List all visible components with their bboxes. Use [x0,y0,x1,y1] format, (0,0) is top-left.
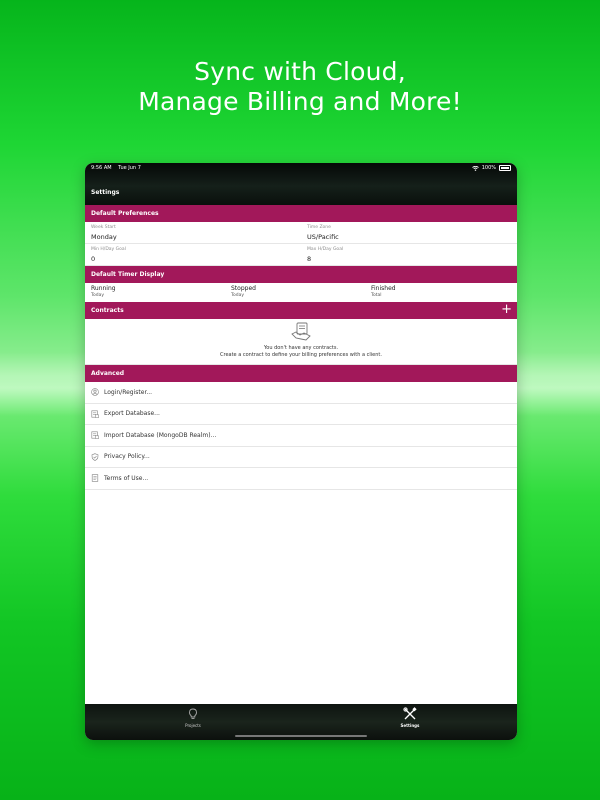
add-contract-button[interactable]: + [501,303,512,317]
terms-of-use-item[interactable]: Terms of Use... [85,468,517,490]
status-right: 100% [471,165,511,171]
empty-state-subtitle: Create a contract to define your billing… [220,352,382,358]
field-value: Monday [91,233,117,241]
empty-state-title: You don't have any contracts. [263,345,339,351]
lightbulb-icon [189,708,197,719]
field-label: Time Zone [307,225,331,230]
field-label: Week Start [91,225,116,230]
marketing-headline: Sync with Cloud, Manage Billing and More… [0,57,600,117]
timer-option-subtitle: Today [231,293,245,298]
timer-option-title: Finished [371,285,396,292]
import-database-item[interactable]: Import Database (MongoDB Realm)... [85,425,517,447]
min-hday-goal-field[interactable]: Min H/Day Goal 0 [85,244,301,266]
timer-option-running[interactable]: Running Today [91,285,231,302]
list-item-label: Terms of Use... [104,474,149,482]
section-header-contracts: Contracts + [85,302,517,319]
max-hday-goal-field[interactable]: Max H/Day Goal 8 [301,244,517,266]
list-item-label: Privacy Policy... [104,453,150,461]
tab-label: Settings [400,723,420,728]
status-bar: 9:56 AM Tue Jun 7 [91,165,146,171]
privacy-policy-item[interactable]: Privacy Policy... [85,447,517,468]
handshake-contract-icon [291,322,311,341]
tools-icon [403,707,417,720]
status-time: 9:56 AM [91,165,112,171]
week-start-field[interactable]: Week Start Monday [85,222,301,244]
timer-display-row: Running Today Stopped Today Finished Tot… [85,283,517,302]
preferences-row-2: Min H/Day Goal 0 Max H/Day Goal 8 [85,244,517,266]
section-header-default-preferences: Default Preferences [85,205,517,222]
wifi-icon [471,165,479,171]
field-value: 0 [91,255,96,263]
shield-check-icon [91,453,99,461]
contracts-empty-state: You don't have any contracts. Create a c… [85,319,517,365]
list-item-label: Login/Register... [104,388,153,396]
timer-option-title: Running [91,285,116,292]
status-date: Tue Jun 7 [118,165,141,171]
tab-bar: Projects Settings [85,704,517,740]
field-value: 8 [307,255,312,263]
tablet-screen: 9:56 AM Tue Jun 7 100% Settings Default … [85,163,517,740]
list-item-label: Import Database (MongoDB Realm)... [104,431,217,439]
document-icon [91,474,99,482]
timer-option-subtitle: Total [371,293,382,298]
headline-line-1: Sync with Cloud, [194,57,406,86]
advanced-list: Login/Register... Export Database... Imp… [85,382,517,490]
field-label: Min H/Day Goal [91,247,126,252]
list-item-label: Export Database... [104,410,160,418]
time-zone-field[interactable]: Time Zone US/Pacific [301,222,517,244]
contracts-header-label: Contracts [91,307,124,314]
tab-settings[interactable]: Settings [390,707,430,728]
timer-option-finished[interactable]: Finished Total [371,285,511,302]
battery-percent: 100% [481,165,496,171]
timer-option-stopped[interactable]: Stopped Today [231,285,371,302]
battery-icon [499,165,511,171]
section-header-default-timer-display: Default Timer Display [85,266,517,283]
field-label: Max H/Day Goal [307,247,344,252]
timer-option-subtitle: Today [91,293,105,298]
preferences-row-1: Week Start Monday Time Zone US/Pacific [85,222,517,244]
timer-option-title: Stopped [231,285,256,292]
headline-line-2: Manage Billing and More! [138,87,462,116]
tab-projects[interactable]: Projects [173,708,213,728]
person-circle-icon [91,388,99,397]
database-export-icon [91,410,99,418]
export-database-item[interactable]: Export Database... [85,404,517,425]
section-header-advanced: Advanced [85,365,517,382]
tab-label: Projects [185,723,201,728]
login-register-item[interactable]: Login/Register... [85,382,517,404]
database-import-icon [91,431,99,440]
home-indicator [235,735,367,737]
page-title: Settings [91,189,120,196]
field-value: US/Pacific [307,233,339,241]
top-bar: 9:56 AM Tue Jun 7 100% Settings [85,163,517,205]
